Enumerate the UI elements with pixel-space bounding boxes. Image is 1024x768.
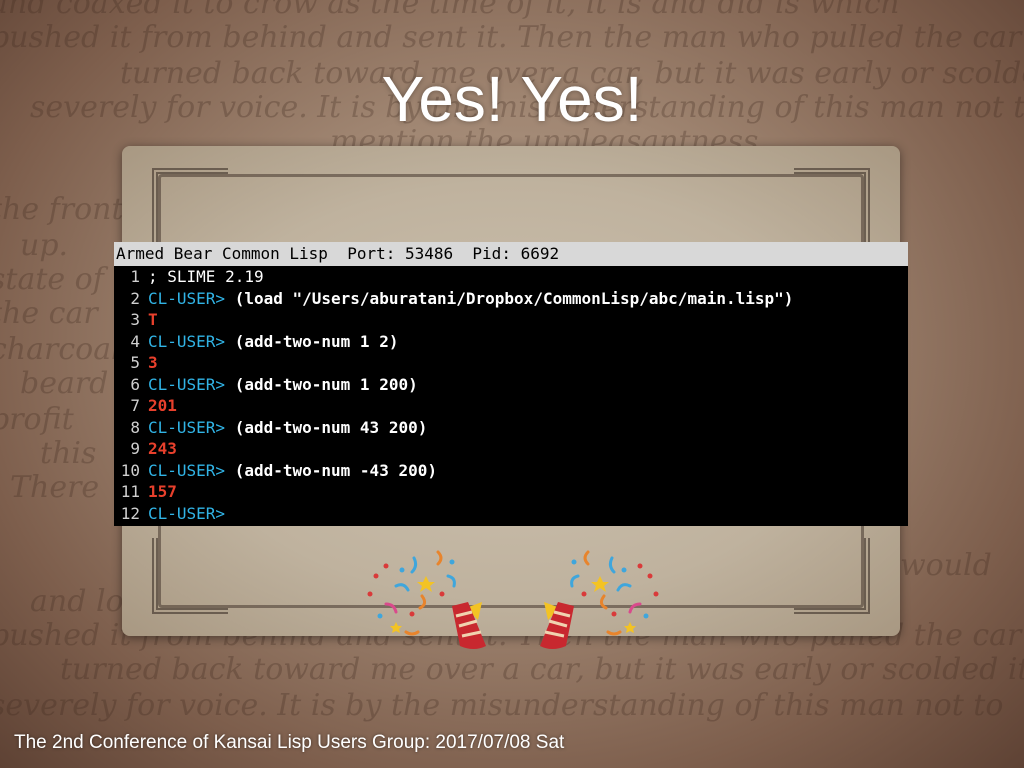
background-text-line: severely for voice. It is by the misunde… [0, 688, 1004, 723]
repl-line: 6 CL-USER> (add-two-num 1 200) [114, 374, 908, 396]
repl-line: 7 201 [114, 395, 908, 417]
repl-line: 9 243 [114, 438, 908, 460]
repl-line: 8 CL-USER> (add-two-num 43 200) [114, 417, 908, 439]
repl-prompt: CL-USER> [148, 288, 226, 308]
background-text-line: and coaxed it to crow as the time of it,… [0, 0, 901, 21]
line-number: 9 [130, 439, 140, 458]
repl-line: 2 CL-USER> (load "/Users/aburatani/Dropbo… [114, 288, 908, 310]
repl-result: 243 [148, 439, 177, 458]
repl-result: 201 [148, 396, 177, 415]
repl-prompt: CL-USER> [148, 331, 226, 351]
ornament-corner [152, 538, 228, 614]
background-text-line: charcoal [0, 332, 121, 367]
party-popper-icon [540, 550, 659, 649]
repl-line: 4 CL-USER> (add-two-num 1 2) [114, 331, 908, 353]
background-text-line: turned back toward me over a car, but it… [60, 652, 1024, 687]
line-number: 5 [130, 353, 140, 372]
repl-line: 11 157 [114, 481, 908, 503]
background-text-line: would [900, 548, 992, 583]
line-number: 4 [130, 331, 140, 351]
repl-result: 157 [148, 482, 177, 501]
line-number: 8 [130, 417, 140, 437]
repl-header: Armed Bear Common Lisp Port: 53486 Pid: … [114, 242, 908, 266]
background-text-line: the car [0, 296, 98, 331]
repl-prompt: CL-USER> [148, 417, 226, 437]
repl-command: (add-two-num 43 200) [225, 417, 428, 437]
slide-footer: The 2nd Conference of Kansai Lisp Users … [14, 732, 565, 753]
repl-command: (add-two-num 1 200) [225, 374, 418, 394]
repl-result: T [148, 310, 158, 329]
line-number: 3 [130, 310, 140, 329]
line-number: 2 [130, 288, 140, 308]
ornament-corner [152, 168, 228, 244]
background-text-line: state of [0, 262, 104, 297]
repl-line: 12 CL-USER> [114, 503, 908, 525]
repl-line: 10 CL-USER> (add-two-num -43 200) [114, 460, 908, 482]
line-number: 12 [120, 503, 140, 523]
repl-result: 3 [148, 353, 158, 372]
background-text-line: up. [20, 228, 69, 263]
ornament-corner [794, 168, 870, 244]
background-text-line: There [10, 470, 100, 505]
ornament-corner [794, 538, 870, 614]
background-text-line: the front [0, 192, 124, 227]
background-text-line: profit [0, 402, 74, 437]
repl-comment: ; SLIME 2.19 [148, 267, 264, 286]
background-text-line: pushed it from behind and sent it. Then … [0, 20, 1022, 55]
repl-command: (add-two-num -43 200) [225, 460, 437, 480]
line-number: 6 [130, 374, 140, 394]
repl-command: (load "/Users/aburatani/Dropbox/CommonLi… [225, 288, 794, 308]
repl-line: 3T [114, 309, 908, 331]
line-number: 11 [120, 482, 140, 501]
background-text-line: and lo [30, 584, 124, 619]
slide-title: Yes! Yes! [381, 63, 643, 135]
party-popper-icon [367, 550, 486, 649]
repl-body[interactable]: 1 ; SLIME 2.19 2 CL-USER> (load "/Users/abu… [114, 266, 908, 524]
line-number: 10 [120, 460, 140, 480]
repl-prompt: CL-USER> [148, 374, 226, 394]
repl-terminal[interactable]: Armed Bear Common Lisp Port: 53486 Pid: … [114, 242, 908, 526]
background-text-line: beard [20, 366, 109, 401]
repl-line: 1 ; SLIME 2.19 [114, 266, 908, 288]
repl-line: 53 [114, 352, 908, 374]
line-number: 1 [130, 267, 140, 286]
repl-command: (add-two-num 1 2) [225, 331, 399, 351]
repl-prompt: CL-USER> [148, 503, 226, 523]
background-text-line: this [40, 436, 97, 471]
line-number: 7 [130, 396, 140, 415]
repl-prompt: CL-USER> [148, 460, 226, 480]
